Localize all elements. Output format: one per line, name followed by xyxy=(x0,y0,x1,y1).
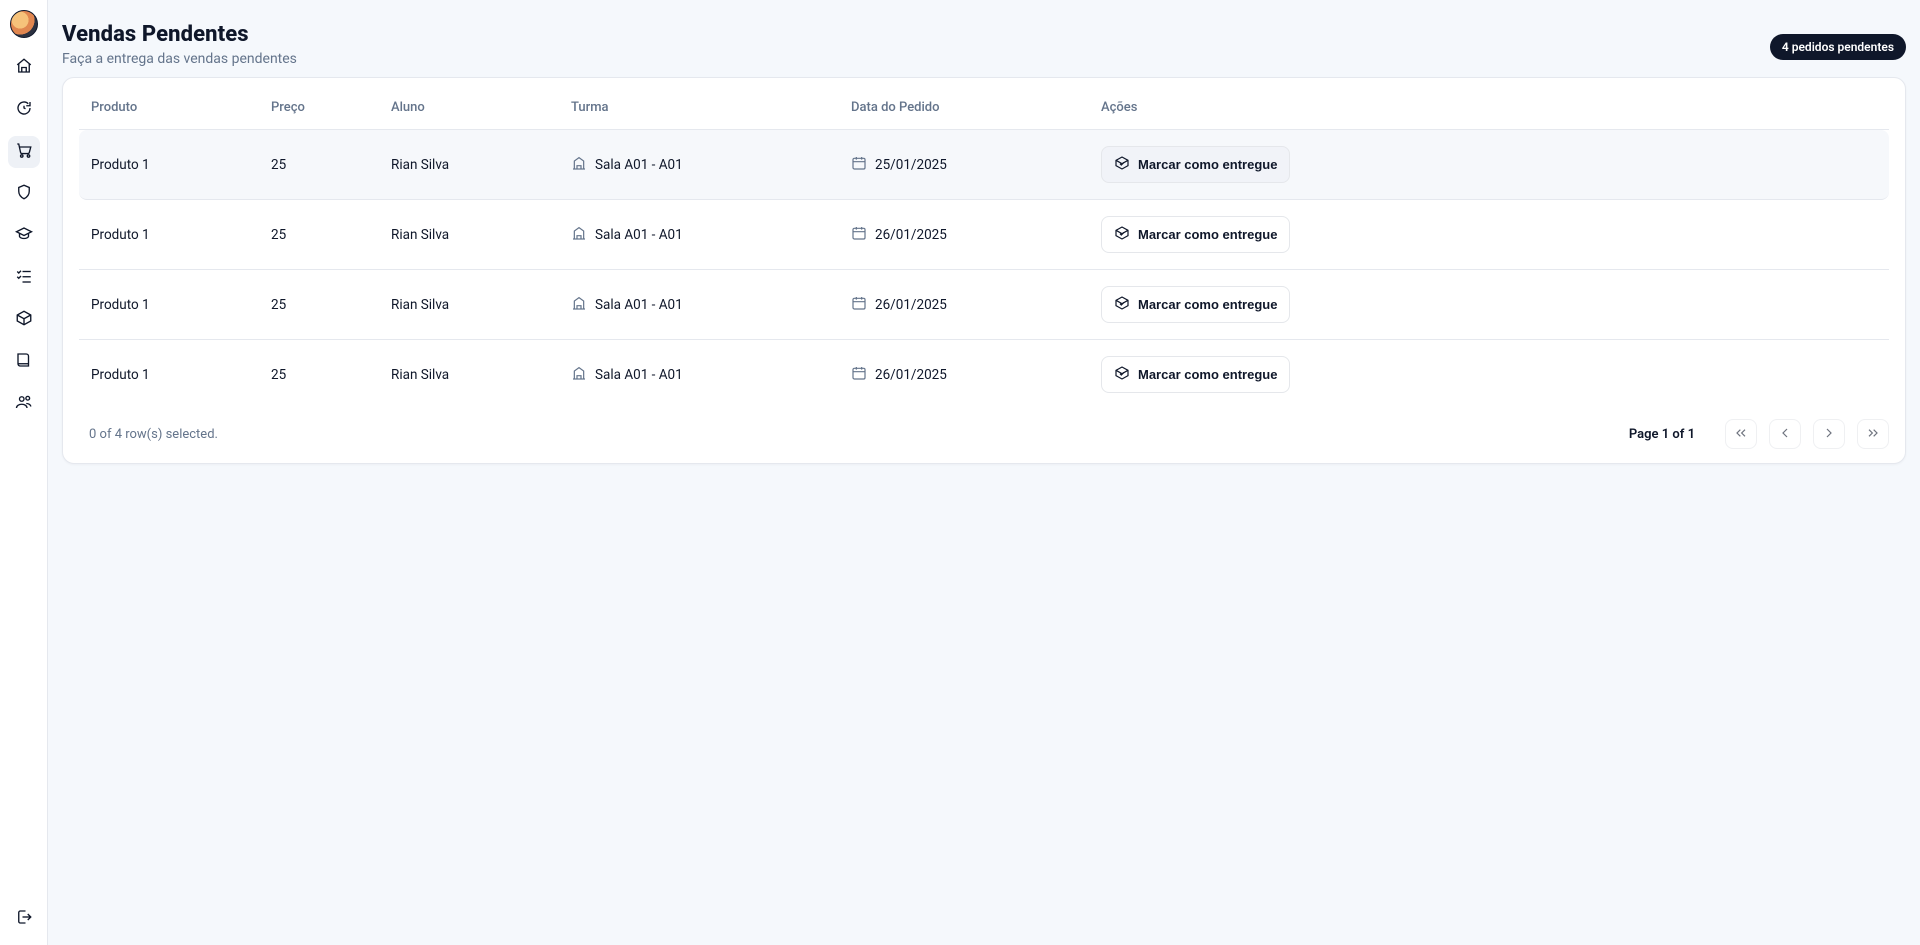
mark-delivered-button[interactable]: Marcar como entregue xyxy=(1101,146,1290,183)
sidebar-item-refresh[interactable] xyxy=(8,94,40,126)
orders-panel: Produto Preço Aluno Turma Data do Pedido… xyxy=(62,77,1906,464)
mark-delivered-label: Marcar como entregue xyxy=(1138,227,1277,242)
mark-delivered-label: Marcar como entregue xyxy=(1138,157,1277,172)
package-check-icon xyxy=(1114,365,1130,384)
sidebar-item-logout[interactable] xyxy=(8,903,40,935)
pending-badge: 4 pedidos pendentes xyxy=(1770,34,1906,60)
sidebar-item-home[interactable] xyxy=(8,52,40,84)
cell-produto: Produto 1 xyxy=(79,200,259,270)
pager: Page 1 of 1 xyxy=(1629,419,1889,449)
cell-acoes: Marcar como entregue xyxy=(1089,340,1889,409)
calendar-icon xyxy=(851,225,867,245)
th-aluno[interactable]: Aluno xyxy=(379,86,559,130)
cell-turma: Sala A01 - A01 xyxy=(559,270,839,340)
school-icon xyxy=(571,155,587,175)
page-header: Vendas Pendentes Faça a entrega das vend… xyxy=(62,16,1906,77)
table-row[interactable]: Produto 125Rian SilvaSala A01 - A0126/01… xyxy=(79,340,1889,409)
th-produto[interactable]: Produto xyxy=(79,86,259,130)
calendar-icon xyxy=(851,155,867,175)
cell-preco: 25 xyxy=(259,340,379,409)
table-row[interactable]: Produto 125Rian SilvaSala A01 - A0126/01… xyxy=(79,200,1889,270)
cell-data: 25/01/2025 xyxy=(839,130,1089,200)
cell-produto: Produto 1 xyxy=(79,340,259,409)
cell-preco: 25 xyxy=(259,200,379,270)
sidebar-item-checklist[interactable] xyxy=(8,262,40,294)
package-check-icon xyxy=(1114,225,1130,244)
package-check-icon xyxy=(1114,155,1130,174)
chevron-left-icon xyxy=(1777,425,1793,444)
package-check-icon xyxy=(1114,295,1130,314)
sidebar-item-graduation[interactable] xyxy=(8,220,40,252)
mark-delivered-button[interactable]: Marcar como entregue xyxy=(1101,286,1290,323)
sidebar-item-shield[interactable] xyxy=(8,178,40,210)
table-footer: 0 of 4 row(s) selected. Page 1 of 1 xyxy=(79,409,1889,449)
users-icon xyxy=(15,393,33,415)
page-title: Vendas Pendentes xyxy=(62,22,297,47)
book-icon xyxy=(15,351,33,373)
calendar-icon xyxy=(851,295,867,315)
cell-data: 26/01/2025 xyxy=(839,200,1089,270)
sidebar-item-book[interactable] xyxy=(8,346,40,378)
orders-table: Produto Preço Aluno Turma Data do Pedido… xyxy=(79,86,1889,409)
school-icon xyxy=(571,225,587,245)
cell-aluno: Rian Silva xyxy=(379,270,559,340)
main-content: Vendas Pendentes Faça a entrega das vend… xyxy=(48,0,1920,945)
page-subtitle: Faça a entrega das vendas pendentes xyxy=(62,51,297,67)
cell-data: 26/01/2025 xyxy=(839,340,1089,409)
cell-turma: Sala A01 - A01 xyxy=(559,130,839,200)
cell-aluno: Rian Silva xyxy=(379,200,559,270)
shield-icon xyxy=(15,183,33,205)
home-icon xyxy=(15,57,33,79)
mark-delivered-label: Marcar como entregue xyxy=(1138,367,1277,382)
cell-preco: 25 xyxy=(259,270,379,340)
graduation-cap-icon xyxy=(15,225,33,247)
selection-count: 0 of 4 row(s) selected. xyxy=(79,427,218,442)
cell-produto: Produto 1 xyxy=(79,130,259,200)
pager-next-button[interactable] xyxy=(1813,419,1845,449)
package-icon xyxy=(15,309,33,331)
chevrons-right-icon xyxy=(1865,425,1881,444)
th-acoes[interactable]: Ações xyxy=(1089,86,1889,130)
shopping-cart-icon xyxy=(15,141,33,163)
school-icon xyxy=(571,365,587,385)
pager-last-button[interactable] xyxy=(1857,419,1889,449)
table-row[interactable]: Produto 125Rian SilvaSala A01 - A0126/01… xyxy=(79,270,1889,340)
table-row[interactable]: Produto 125Rian SilvaSala A01 - A0125/01… xyxy=(79,130,1889,200)
cell-data: 26/01/2025 xyxy=(839,270,1089,340)
th-data[interactable]: Data do Pedido xyxy=(839,86,1089,130)
avatar[interactable] xyxy=(10,10,38,38)
page-indicator: Page 1 of 1 xyxy=(1629,427,1695,442)
logout-icon xyxy=(15,908,33,930)
sidebar-item-users[interactable] xyxy=(8,388,40,420)
cell-acoes: Marcar como entregue xyxy=(1089,130,1889,200)
sidebar xyxy=(0,0,48,945)
cell-turma: Sala A01 - A01 xyxy=(559,340,839,409)
chevron-right-icon xyxy=(1821,425,1837,444)
cell-produto: Produto 1 xyxy=(79,270,259,340)
list-checks-icon xyxy=(15,267,33,289)
pager-first-button[interactable] xyxy=(1725,419,1757,449)
school-icon xyxy=(571,295,587,315)
th-preco[interactable]: Preço xyxy=(259,86,379,130)
cell-acoes: Marcar como entregue xyxy=(1089,270,1889,340)
mark-delivered-button[interactable]: Marcar como entregue xyxy=(1101,356,1290,393)
mark-delivered-label: Marcar como entregue xyxy=(1138,297,1277,312)
refresh-plus-icon xyxy=(15,99,33,121)
chevrons-left-icon xyxy=(1733,425,1749,444)
sidebar-item-cart[interactable] xyxy=(8,136,40,168)
calendar-icon xyxy=(851,365,867,385)
cell-acoes: Marcar como entregue xyxy=(1089,200,1889,270)
mark-delivered-button[interactable]: Marcar como entregue xyxy=(1101,216,1290,253)
sidebar-item-package[interactable] xyxy=(8,304,40,336)
cell-aluno: Rian Silva xyxy=(379,130,559,200)
sidebar-nav xyxy=(8,52,40,903)
th-turma[interactable]: Turma xyxy=(559,86,839,130)
cell-preco: 25 xyxy=(259,130,379,200)
cell-aluno: Rian Silva xyxy=(379,340,559,409)
cell-turma: Sala A01 - A01 xyxy=(559,200,839,270)
pager-prev-button[interactable] xyxy=(1769,419,1801,449)
